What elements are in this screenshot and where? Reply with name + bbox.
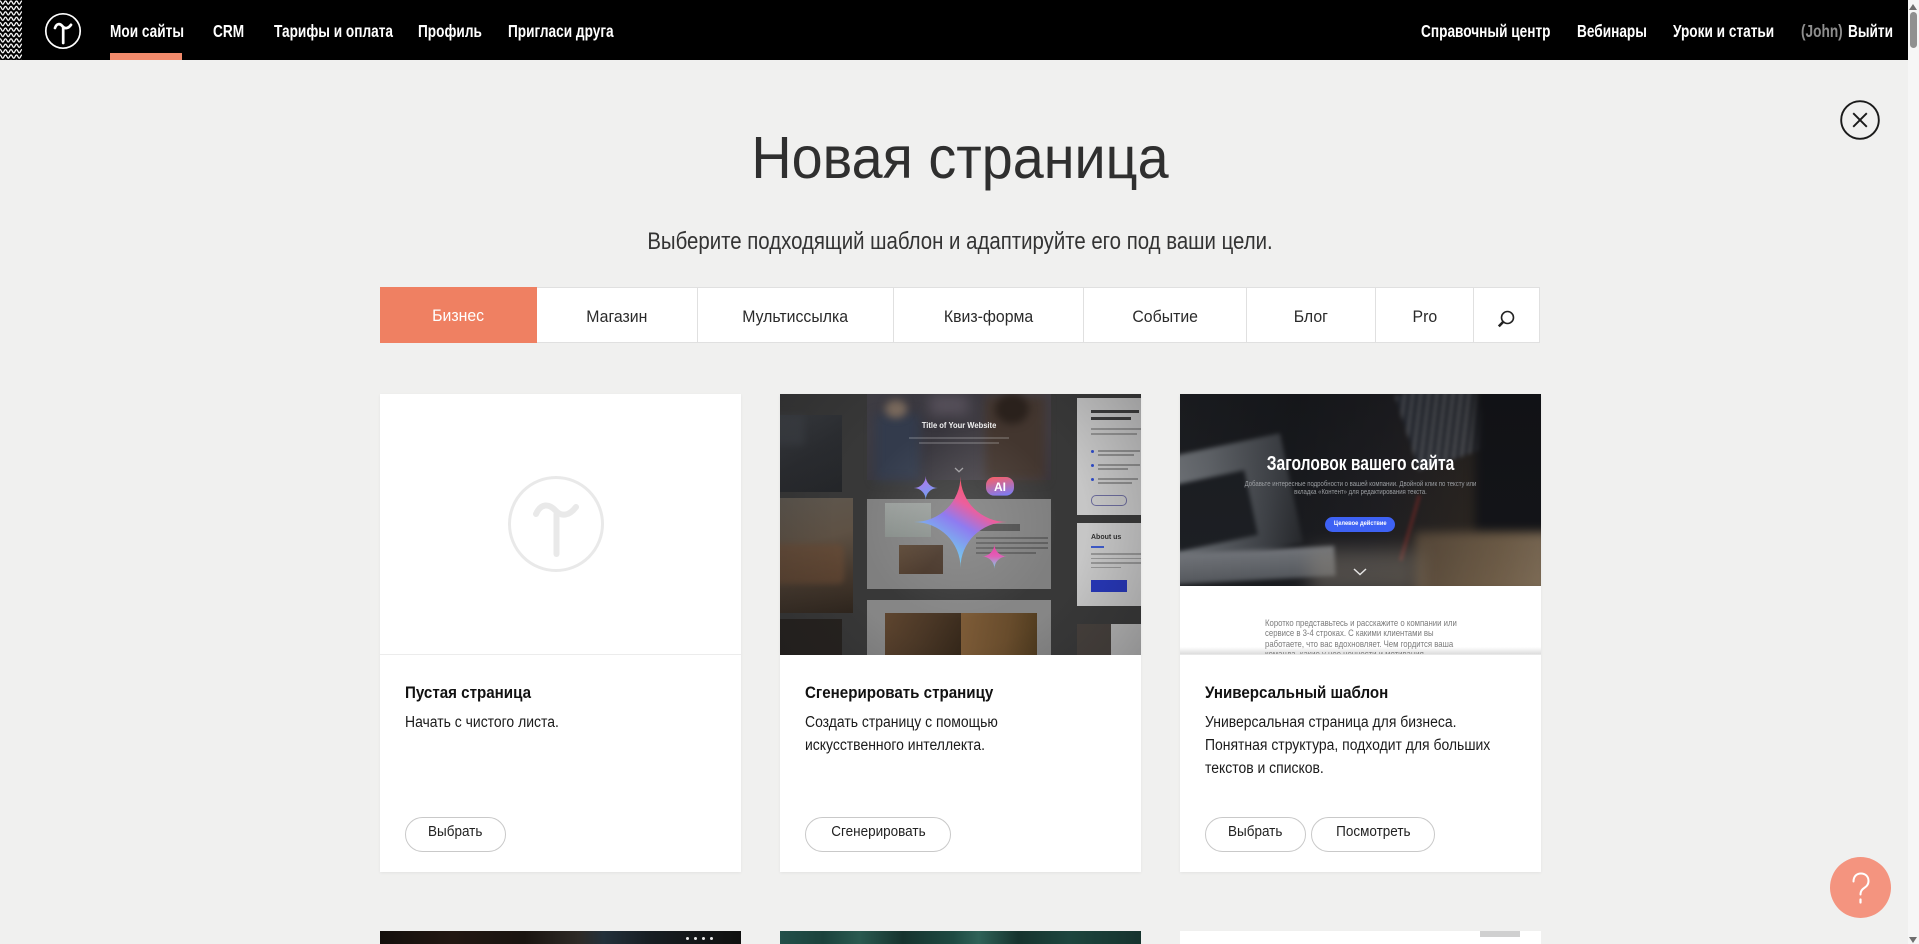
svg-text:AI: AI (994, 480, 1006, 494)
